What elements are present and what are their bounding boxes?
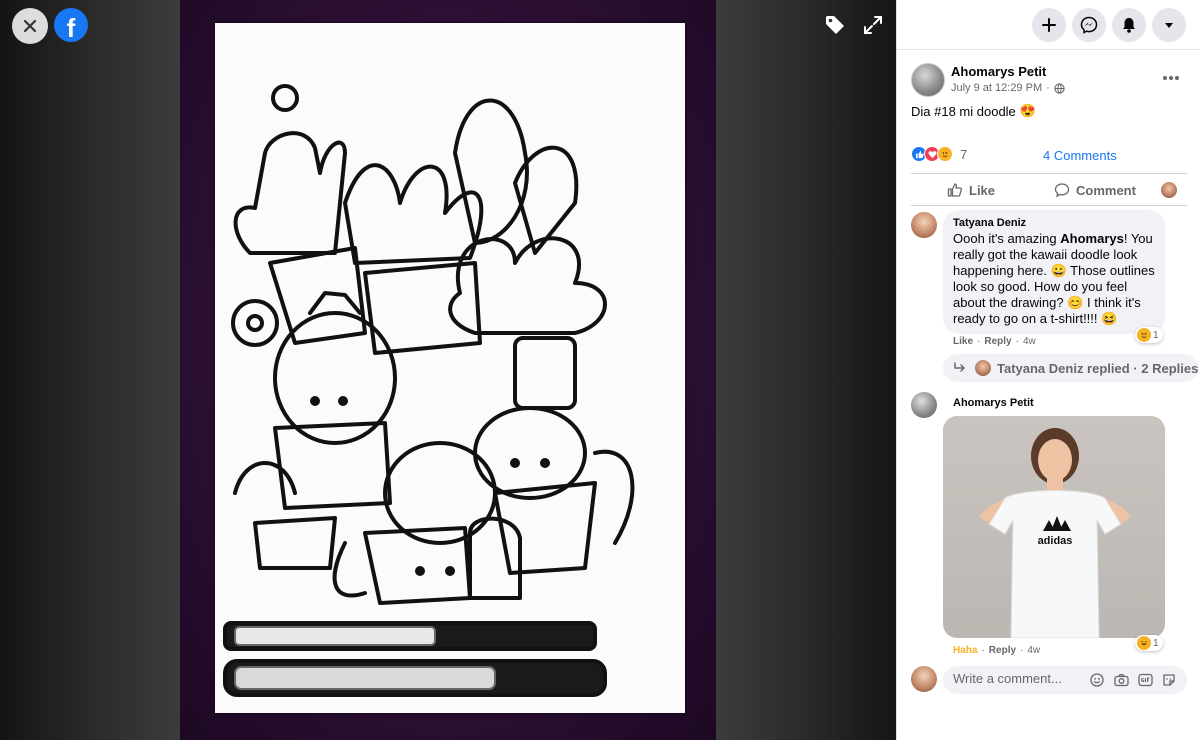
comment-actions-separator: · — [981, 645, 985, 656]
comment-as-avatar[interactable] — [1161, 182, 1177, 198]
comment-reply-link[interactable]: Reply — [989, 645, 1016, 656]
comment-icon — [1054, 183, 1070, 198]
comment-actions-separator: · — [1020, 645, 1024, 656]
post-options-button[interactable] — [1159, 66, 1183, 90]
post-author-avatar[interactable] — [911, 63, 945, 97]
account-menu-button[interactable] — [1152, 8, 1186, 42]
comment-bubble: Tatyana Deniz Oooh it's amazing Ahomarys… — [943, 210, 1165, 334]
commenter-avatar[interactable] — [911, 392, 937, 418]
gif-icon — [1137, 673, 1153, 687]
post-photo[interactable] — [180, 0, 716, 740]
doodle-paper — [215, 23, 685, 713]
close-button[interactable] — [12, 8, 48, 44]
bell-icon — [1123, 18, 1135, 33]
photo-viewer: f — [0, 0, 896, 740]
facebook-logo[interactable]: f — [54, 8, 88, 43]
comment-actions-separator: · — [1015, 336, 1019, 347]
tag-icon — [826, 16, 844, 34]
replies-label: Tatyana Deniz replied · 2 Replies — [997, 360, 1199, 376]
comment-input[interactable] — [953, 671, 1093, 686]
shirt-brand-text: adidas — [1038, 535, 1073, 547]
messenger-icon — [1080, 16, 1098, 34]
more-icon — [1163, 76, 1179, 80]
doodle-drawing — [223, 84, 635, 697]
facebook-logo-letter: f — [66, 12, 76, 43]
comment-button-label: Comment — [1076, 182, 1136, 198]
blurred-background-right — [716, 0, 896, 740]
heart-eyes-emoji: 😍 — [1019, 103, 1036, 118]
comment-reaction-count: 1 — [1153, 329, 1159, 341]
commenter-name[interactable]: Tatyana Deniz — [953, 217, 1155, 229]
emoji-icon — [1090, 673, 1104, 687]
comment-reaction-count: 1 — [1153, 637, 1159, 649]
reply-arrow-icon — [954, 362, 965, 372]
like-button-label: Like — [969, 182, 996, 198]
care-reaction-icon — [937, 146, 953, 162]
tag-photo-button[interactable] — [820, 10, 850, 40]
comment-text-start: Oooh it's amazing — [953, 231, 1061, 246]
emoji-button[interactable] — [1089, 672, 1105, 688]
tshirt-model-image: adidas — [979, 428, 1131, 638]
sticker-button[interactable] — [1161, 672, 1177, 688]
close-icon — [23, 19, 37, 33]
post-caption: Dia #18 mi doodle 😍 — [911, 103, 1036, 119]
comment-text: Oooh it's amazing Ahomarys! You really g… — [953, 231, 1155, 327]
post-reactions[interactable]: 7 — [911, 146, 967, 162]
comment-composer — [943, 666, 1187, 694]
comment-actions: Like · Reply · 4w — [953, 336, 1036, 347]
composer-avatar[interactable] — [911, 666, 937, 692]
post-author-name[interactable]: Ahomarys Petit — [951, 64, 1046, 79]
camera-icon — [1113, 674, 1129, 687]
comment-haha-link[interactable]: Haha — [953, 645, 977, 656]
comment-like-link[interactable]: Like — [953, 336, 973, 347]
post-date[interactable]: July 9 at 12:29 PM — [951, 82, 1042, 94]
messenger-button[interactable] — [1072, 8, 1106, 42]
post-details-panel: Ahomarys Petit July 9 at 12:29 PM · Dia … — [896, 0, 1200, 740]
post-meta-separator: · — [1046, 82, 1050, 94]
like-icon — [947, 183, 963, 197]
reaction-count[interactable]: 7 — [960, 147, 967, 162]
comments-count-link[interactable]: 4 Comments — [1043, 148, 1117, 163]
commenter-name[interactable]: Ahomarys Petit — [953, 397, 1034, 409]
replier-avatar — [975, 360, 991, 376]
comment-image[interactable]: adidas — [943, 416, 1165, 638]
top-actions-bar — [897, 0, 1200, 50]
camera-button[interactable] — [1113, 672, 1129, 688]
mention-link[interactable]: Ahomarys — [1060, 231, 1124, 246]
care-reaction-icon — [1137, 328, 1151, 342]
commenter-avatar[interactable] — [911, 212, 937, 238]
gif-button[interactable] — [1137, 672, 1153, 688]
post-action-bar: Like Comment — [911, 173, 1187, 206]
caret-down-icon — [1165, 23, 1173, 28]
comment-actions: Haha · Reply · 4w — [953, 645, 1040, 656]
plus-icon — [1042, 18, 1056, 32]
expand-icon — [864, 16, 882, 34]
post-caption-text: Dia #18 mi doodle — [911, 103, 1016, 119]
like-button[interactable]: Like — [947, 182, 995, 198]
globe-icon[interactable] — [1054, 82, 1065, 94]
comment-reply-link[interactable]: Reply — [984, 336, 1011, 347]
blurred-background-left — [0, 0, 180, 740]
haha-reaction-icon — [1137, 636, 1151, 650]
comment-actions-separator: · — [977, 336, 981, 347]
notifications-button[interactable] — [1112, 8, 1146, 42]
create-button[interactable] — [1032, 8, 1066, 42]
comment-reaction-badge[interactable]: 1 — [1135, 635, 1163, 651]
post-meta: July 9 at 12:29 PM · — [951, 82, 1065, 94]
view-replies-button[interactable]: Tatyana Deniz replied · 2 Replies — [943, 354, 1199, 382]
fullscreen-button[interactable] — [858, 10, 888, 40]
comment-age[interactable]: 4w — [1027, 645, 1040, 656]
comment-button[interactable]: Comment — [1054, 182, 1136, 198]
sticker-icon — [1163, 674, 1175, 686]
comment-age[interactable]: 4w — [1023, 336, 1036, 347]
comment-reaction-badge[interactable]: 1 — [1135, 327, 1163, 343]
